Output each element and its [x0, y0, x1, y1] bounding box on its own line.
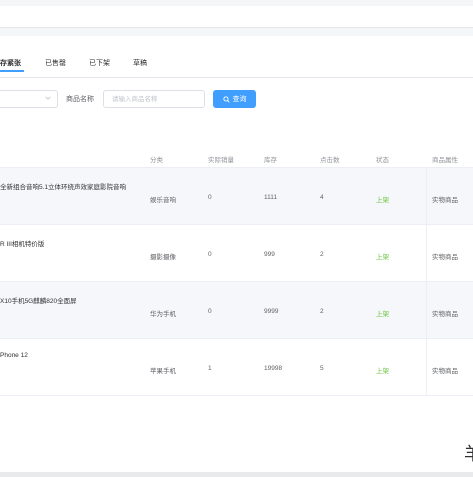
tabs-divider [0, 77, 473, 78]
product-status: 上架 [376, 368, 389, 375]
active-tab-indicator [0, 70, 24, 72]
column-header-sales: 实际销量 [208, 157, 234, 164]
product-attribute: 实物商品 [432, 197, 458, 204]
table-header: 分类 实际销量 库存 点击数 状态 商品属性 [0, 146, 473, 168]
column-header-stock: 库存 [264, 157, 277, 164]
product-category: 华为手机 [150, 311, 176, 318]
product-attribute: 实物商品 [432, 254, 458, 261]
column-divider [426, 168, 427, 225]
tab-unlisted[interactable]: 已下架 [89, 58, 110, 68]
column-divider [426, 339, 427, 396]
column-divider [426, 282, 427, 339]
search-button[interactable]: 查询 [213, 90, 256, 108]
product-status: 上架 [376, 254, 389, 261]
tab-sold-out[interactable]: 已售罄 [45, 58, 66, 68]
column-header-category: 分类 [150, 157, 163, 164]
product-clicks: 2 [320, 251, 324, 258]
product-name[interactable]: R III相机特价版 [0, 238, 44, 248]
tab-label: 存紧张 [0, 60, 21, 67]
corner-glyph: 羊 [464, 444, 473, 464]
product-stock: 999 [264, 251, 275, 258]
product-clicks: 5 [320, 365, 324, 372]
column-header-attribute: 商品属性 [432, 157, 458, 164]
product-stock: 9999 [264, 308, 279, 315]
product-category: 摄影摄像 [150, 254, 176, 261]
product-clicks: 2 [320, 308, 324, 315]
table-row[interactable]: R III相机特价版 摄影摄像 0 999 2 上架 实物商品 [0, 225, 473, 282]
product-stock: 1111 [264, 194, 278, 201]
product-name[interactable]: 全新组合音响5.1立体环绕声效家庭影院音响 [0, 181, 126, 191]
product-stock: 19998 [264, 365, 283, 372]
product-category: 娱乐音响 [150, 197, 176, 204]
product-sales: 0 [208, 251, 212, 258]
content-panel: 存紧张 已售罄 已下架 草稿 商品名称 查询 分类 实际销量 库存 [0, 36, 473, 477]
product-status: 上架 [376, 311, 389, 318]
search-button-label: 查询 [232, 96, 247, 103]
table-row[interactable]: 全新组合音响5.1立体环绕声效家庭影院音响 娱乐音响 0 1111 4 上架 实… [0, 168, 473, 225]
product-clicks: 4 [320, 194, 324, 201]
product-attribute: 实物商品 [432, 368, 458, 375]
product-status: 上架 [376, 197, 389, 204]
product-sales: 0 [208, 308, 212, 315]
table-row[interactable]: X10手机5G麒麟820全面屏 华为手机 0 9999 2 上架 实物商品 [0, 282, 473, 339]
table-row[interactable]: Phone 12 苹果手机 1 19998 5 上架 实物商品 [0, 339, 473, 396]
product-name[interactable]: X10手机5G麒麟820全面屏 [0, 295, 77, 305]
column-divider [426, 225, 427, 282]
column-header-status: 状态 [376, 157, 389, 164]
tab-label: 已下架 [89, 60, 110, 67]
product-attribute: 实物商品 [432, 311, 458, 318]
product-name-input[interactable] [103, 90, 205, 108]
top-bar [0, 6, 473, 28]
tab-drafts[interactable]: 草稿 [133, 58, 147, 68]
product-sales: 1 [208, 365, 212, 372]
tab-label: 已售罄 [45, 60, 66, 67]
tab-low-stock[interactable]: 存紧张 [0, 58, 21, 68]
product-name[interactable]: Phone 12 [0, 352, 28, 359]
product-name-label: 商品名称 [66, 96, 94, 103]
tab-label: 草稿 [133, 60, 147, 67]
product-category: 苹果手机 [150, 368, 176, 375]
search-icon [222, 95, 230, 103]
column-header-clicks: 点击数 [320, 157, 340, 164]
category-select[interactable] [0, 90, 58, 108]
product-sales: 0 [208, 194, 212, 201]
window-bottom-edge [0, 472, 473, 477]
chevron-down-icon [45, 96, 51, 100]
